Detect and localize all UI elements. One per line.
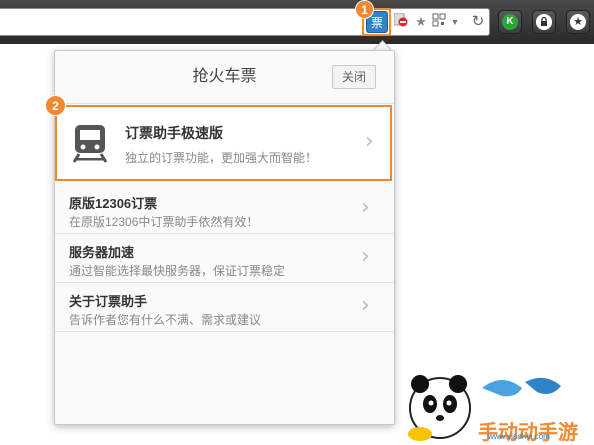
lock-icon bbox=[536, 14, 552, 30]
lock-button[interactable] bbox=[532, 10, 556, 34]
menu-item-desc: 通过智能选择最快服务器，保证订票稳定 bbox=[69, 264, 286, 278]
menu-item-desc: 在原版12306中订票助手依然有效！ bbox=[69, 215, 259, 229]
menu-item-express[interactable]: 订票助手极速版 独立的订票功能，更加强大而智能！ › bbox=[55, 105, 392, 181]
popup-header: 抢火车票 关闭 bbox=[55, 51, 394, 104]
menu-item-title: 原版12306订票 bbox=[69, 196, 158, 211]
step-badge-1: 1 bbox=[355, 0, 374, 19]
step-badge-2: 2 bbox=[45, 95, 66, 116]
chevron-right-icon: › bbox=[361, 195, 370, 220]
train-icon bbox=[72, 125, 108, 163]
chevron-right-icon: › bbox=[365, 129, 374, 154]
menu-item-desc: 告诉作者您有什么不满、需求或建议 bbox=[69, 313, 262, 327]
qr-icon[interactable] bbox=[431, 13, 447, 31]
k-extension-button[interactable]: K bbox=[498, 10, 522, 34]
watermark-url: www.xiaohei.com bbox=[488, 432, 550, 441]
chevron-right-icon: › bbox=[361, 293, 370, 318]
menu-item-title: 关于订票助手 bbox=[69, 294, 148, 309]
menu-item-server-accel[interactable]: 服务器加速 通过智能选择最快服务器，保证订票稳定 › bbox=[55, 234, 394, 283]
menu-item-original-12306[interactable]: 原版12306订票 在原版12306中订票助手依然有效！ › bbox=[55, 185, 394, 234]
bookmark-button[interactable]: ★ bbox=[566, 10, 590, 34]
stop-icon[interactable] bbox=[393, 12, 409, 31]
star-button-icon: ★ bbox=[570, 14, 586, 30]
chevron-right-icon: › bbox=[361, 244, 370, 269]
close-button[interactable]: 关闭 bbox=[332, 65, 376, 89]
menu-item-desc: 独立的订票功能，更加强大而智能！ bbox=[125, 151, 318, 165]
menu-item-title: 服务器加速 bbox=[69, 245, 135, 260]
menu-item-about[interactable]: 关于订票助手 告诉作者您有什么不满、需求或建议 › bbox=[55, 283, 394, 332]
browser-toolbar: 票 1 ★ ▼ ↻ K ★ bbox=[0, 0, 594, 44]
k-icon: K bbox=[502, 14, 518, 30]
menu-item-title: 订票助手极速版 bbox=[125, 125, 223, 141]
extension-popup: 抢火车票 关闭 订票助手极速版 独立的订票功能，更加强大而智能！ › 2 原版1… bbox=[45, 50, 395, 425]
star-icon[interactable]: ★ bbox=[413, 13, 429, 31]
refresh-icon[interactable]: ↻ bbox=[470, 13, 486, 31]
dropdown-icon[interactable]: ▼ bbox=[449, 13, 461, 31]
